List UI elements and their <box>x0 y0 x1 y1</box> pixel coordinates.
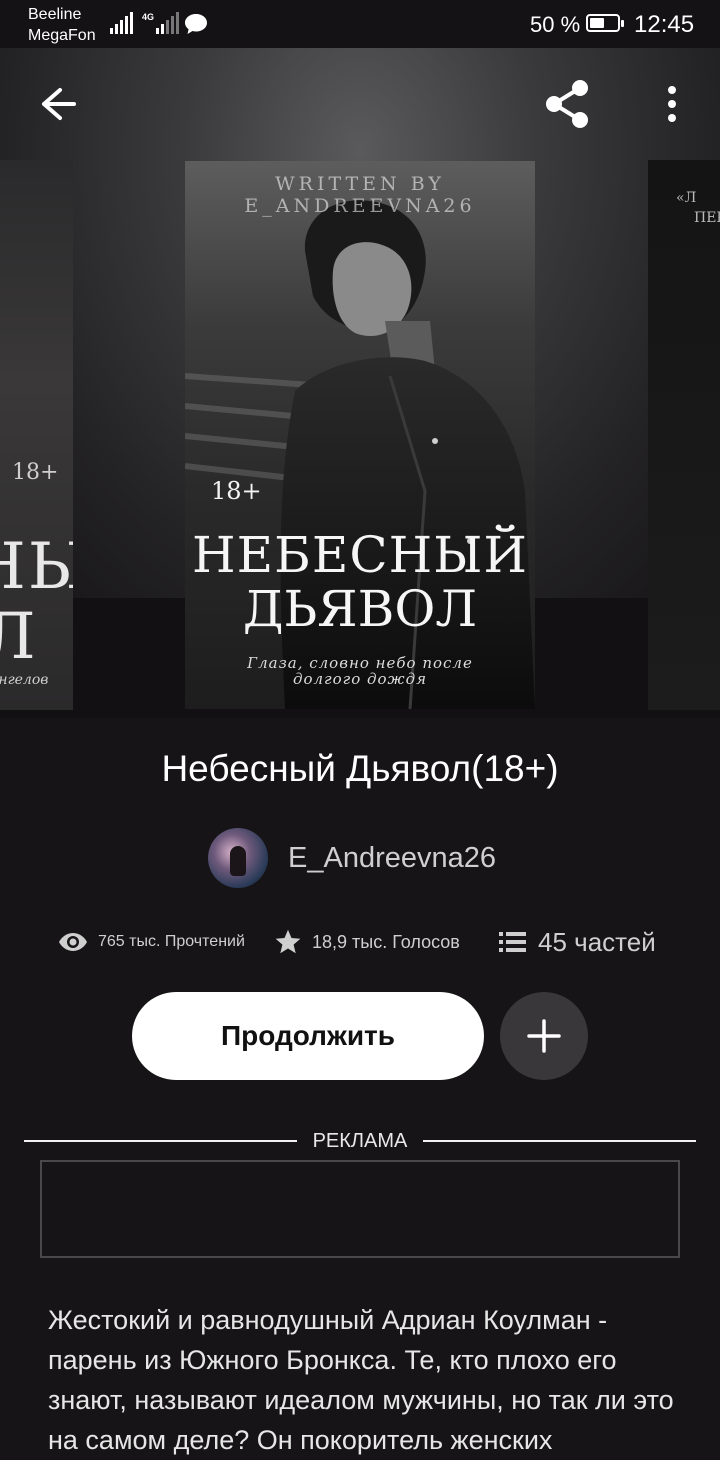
share-icon <box>546 80 588 128</box>
left-cover-title-1: НЫЙ <box>0 530 73 604</box>
cover-title-line-2: ДЬЯВОЛ <box>242 580 478 638</box>
more-vertical-icon <box>668 86 676 122</box>
author-avatar[interactable] <box>208 828 268 888</box>
previous-book-cover[interactable]: 18+ НЫЙ Л ангелов <box>0 160 73 710</box>
signal-1-icon <box>110 12 133 34</box>
cover-written-by: WRITTEN BY E_ANDREEVNA26 <box>185 173 535 217</box>
cover-title-line-1: НЕБЕСНЫЙ <box>191 526 528 584</box>
ad-label: РЕКЛАМА <box>312 1130 408 1152</box>
plus-icon <box>527 1019 561 1053</box>
right-cover-line-1: «Л <box>676 190 697 206</box>
carrier-1: Beeline <box>28 6 82 23</box>
author-link[interactable]: E_Andreevna26 <box>208 828 496 888</box>
book-stats: 765 тыс. Прочтений 18,9 тыс. Голосов 45 … <box>0 922 720 962</box>
book-description: Жестокий и равнодушный Адриан Коулман - … <box>48 1305 674 1455</box>
network-type: 4G <box>142 12 155 22</box>
cover-subtitle-line-1: Глаза, словно небо после <box>247 654 473 672</box>
carrier-names: Beeline MegaFon <box>28 4 96 46</box>
cover-author-tag: E_ANDREEVNA26 <box>244 195 476 217</box>
votes-count: 18,9 тыс. Голосов <box>312 931 460 952</box>
cover-written-by-label: WRITTEN BY <box>275 173 445 195</box>
cover-age-rating: 18+ <box>211 477 262 505</box>
continue-reading-button[interactable]: Продолжить <box>132 992 484 1080</box>
book-title: Небесный Дьявол(18+) <box>161 748 559 789</box>
battery-icon <box>586 14 624 32</box>
cover-subtitle: Глаза, словно небо после долгого дождя <box>185 655 535 687</box>
left-cover-tagline: ангелов <box>0 672 49 688</box>
add-to-library-button[interactable] <box>500 992 588 1080</box>
parts-count[interactable]: 45 частей <box>538 927 656 958</box>
right-cover-line-2: ПЕР <box>694 210 720 226</box>
eye-icon <box>59 933 87 951</box>
signal-2-icon <box>156 12 179 34</box>
star-icon <box>275 929 301 954</box>
left-cover-title-2: Л <box>0 600 36 674</box>
reads-stat: 765 тыс. Прочтений <box>58 922 245 962</box>
battery-percent: 50 % <box>530 12 581 37</box>
list-icon <box>499 932 526 952</box>
back-button[interactable] <box>30 80 82 128</box>
next-book-cover[interactable]: «Л ПЕР <box>648 160 720 710</box>
votes-stat: 18,9 тыс. Голосов <box>274 922 460 962</box>
arrow-left-icon <box>42 88 76 120</box>
cover-subtitle-line-2: долгого дождя <box>292 670 428 688</box>
carrier-2: MegaFon <box>28 27 96 44</box>
status-bar: Beeline MegaFon 4G 50 % 12:45 <box>0 0 720 48</box>
author-name[interactable]: E_Andreevna26 <box>288 842 496 875</box>
message-icon <box>185 14 207 34</box>
reads-count: 765 тыс. Прочтений <box>98 933 245 950</box>
share-button[interactable] <box>540 78 596 130</box>
left-cover-age: 18+ <box>12 460 59 485</box>
clock: 12:45 <box>634 11 695 38</box>
book-cover[interactable]: WRITTEN BY E_ANDREEVNA26 18+ НЕБЕСНЫЙ ДЬ… <box>185 161 535 709</box>
ad-banner[interactable] <box>40 1160 680 1258</box>
more-options-button[interactable] <box>656 80 688 128</box>
parts-stat[interactable]: 45 частей <box>498 922 656 962</box>
